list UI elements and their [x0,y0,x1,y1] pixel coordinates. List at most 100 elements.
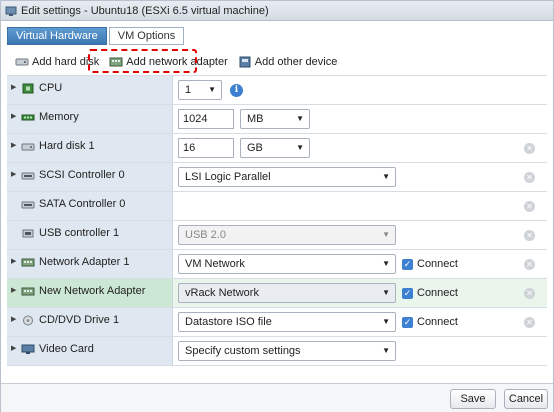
row-video-card: ▶ Video Card Specify custom settings ▼ [7,337,547,366]
other-device-icon [239,56,251,68]
remove-device-icon[interactable]: ✕ [524,201,535,212]
chevron-down-icon: ▼ [382,259,390,268]
chevron-down-icon: ▼ [208,85,216,94]
row-memory-label-cell: ▶ Memory [7,105,173,133]
expand-caret-icon[interactable]: ▶ [11,82,19,94]
memory-unit-select[interactable]: MB ▼ [240,109,310,129]
usb-label: USB controller 1 [39,227,120,239]
tab-bar: Virtual Hardware VM Options [7,27,185,45]
cancel-button[interactable]: Cancel [504,389,548,409]
hard-disk-icon [21,143,35,151]
tab-vm-options[interactable]: VM Options [108,27,185,45]
video-card-icon [21,344,35,354]
expand-caret-icon[interactable]: ▶ [11,140,19,152]
cddvd-connect-label: Connect [417,316,458,328]
highlight-annotation [88,49,197,73]
scsi-controls: LSI Logic Parallel ▼ [178,163,396,191]
remove-device-icon[interactable]: ✕ [524,230,535,241]
row-video-label-cell: ▶ Video Card [7,337,173,365]
expand-caret-icon[interactable]: ▶ [11,256,19,268]
remove-device-icon[interactable]: ✕ [524,172,535,183]
newnet-network-value: vRack Network [185,287,259,299]
memory-icon [21,114,35,121]
row-hard-disk: ▶ Hard disk 1 16 GB ▼ ✕ [7,134,547,163]
row-net1-label-cell: ▶ Network Adapter 1 [7,250,173,278]
newnet-connect-checkbox[interactable]: ✓ Connect [402,287,458,299]
cddvd-connect-checkbox[interactable]: ✓ Connect [402,316,458,328]
net1-connect-label: Connect [417,258,458,270]
cddvd-controls: Datastore ISO file ▼ ✓ Connect [178,308,458,336]
chevron-down-icon: ▼ [382,172,390,181]
checkmark-icon: ✓ [402,316,413,328]
scsi-type-select[interactable]: LSI Logic Parallel ▼ [178,167,396,187]
usb-version-select: USB 2.0 ▼ [178,225,396,245]
scsi-controller-icon [21,172,35,180]
dialog-footer: Save Cancel [1,383,553,412]
row-newnet-label-cell: ▶ New Network Adapter [7,279,173,307]
row-usb-label-cell: ▶ USB controller 1 [7,221,173,249]
video-settings-value: Specify custom settings [185,345,301,357]
cpu-count-select[interactable]: 1 ▼ [178,80,222,100]
add-hard-disk-button[interactable]: Add hard disk [15,56,99,68]
tab-virtual-hardware[interactable]: Virtual Hardware [7,27,107,45]
hard-disk-unit-value: GB [247,142,263,154]
expand-caret-icon[interactable]: ▶ [11,314,19,326]
net1-label: Network Adapter 1 [39,256,130,268]
chevron-down-icon: ▼ [296,143,304,152]
newnet-controls: vRack Network ▼ ✓ Connect [178,279,458,307]
hard-disk-unit-select[interactable]: GB ▼ [240,138,310,158]
checkmark-icon: ✓ [402,287,413,299]
expand-caret-icon[interactable]: ▶ [11,285,19,297]
newnet-label: New Network Adapter [39,285,146,297]
vm-icon [5,5,17,17]
video-settings-select[interactable]: Specify custom settings ▼ [178,341,396,361]
usb-version-value: USB 2.0 [185,229,226,241]
row-memory: ▶ Memory 1024 MB ▼ [7,105,547,134]
add-other-device-button[interactable]: Add other device [238,56,338,68]
memory-unit-value: MB [247,113,264,125]
chevron-down-icon: ▼ [296,114,304,123]
video-controls: Specify custom settings ▼ [178,337,396,365]
net1-controls: VM Network ▼ ✓ Connect [178,250,458,278]
chevron-down-icon: ▼ [382,288,390,297]
remove-device-icon[interactable]: ✕ [524,317,535,328]
info-icon[interactable]: i [230,83,243,97]
row-cd-dvd-drive: ▶ CD/DVD Drive 1 Datastore ISO file ▼ ✓ … [7,308,547,337]
cddvd-label: CD/DVD Drive 1 [39,314,120,326]
row-scsi-controller: ▶ SCSI Controller 0 LSI Logic Parallel ▼… [7,163,547,192]
newnet-network-select[interactable]: vRack Network ▼ [178,283,396,303]
expand-caret-icon[interactable]: ▶ [11,111,19,123]
scsi-label: SCSI Controller 0 [39,169,125,181]
usb-controller-icon [22,229,34,238]
cpu-controls: 1 ▼ i [178,76,243,104]
net1-network-select[interactable]: VM Network ▼ [178,254,396,274]
row-scsi-label-cell: ▶ SCSI Controller 0 [7,163,173,191]
net1-network-value: VM Network [185,258,245,270]
chevron-down-icon: ▼ [382,346,390,355]
remove-device-icon[interactable]: ✕ [524,259,535,270]
row-sata-controller: ▶ SATA Controller 0 ✕ [7,192,547,221]
cddvd-source-select[interactable]: Datastore ISO file ▼ [178,312,396,332]
network-adapter-icon [21,287,35,296]
network-adapter-icon [21,258,35,267]
add-other-device-label: Add other device [254,56,338,68]
hard-disk-size-input[interactable]: 16 [178,138,234,158]
row-cpu: ▶ CPU 1 ▼ i [7,76,547,105]
hard-disk-icon [15,58,29,66]
row-sata-label-cell: ▶ SATA Controller 0 [7,192,173,220]
expand-caret-icon[interactable]: ▶ [11,169,19,181]
save-button[interactable]: Save [450,389,496,409]
window-title: Edit settings - Ubuntu18 (ESXi 6.5 virtu… [21,4,269,17]
video-label: Video Card [39,343,94,355]
hard-disk-controls: 16 GB ▼ [178,134,310,162]
memory-controls: 1024 MB ▼ [178,105,310,133]
sata-controller-icon [21,201,35,209]
expand-caret-icon[interactable]: ▶ [11,343,19,355]
usb-controls: USB 2.0 ▼ [178,221,396,249]
remove-device-icon[interactable]: ✕ [524,143,535,154]
memory-size-input[interactable]: 1024 [178,109,234,129]
cpu-label: CPU [39,82,63,94]
remove-device-icon[interactable]: ✕ [524,288,535,299]
cpu-icon [22,83,34,94]
net1-connect-checkbox[interactable]: ✓ Connect [402,258,458,270]
